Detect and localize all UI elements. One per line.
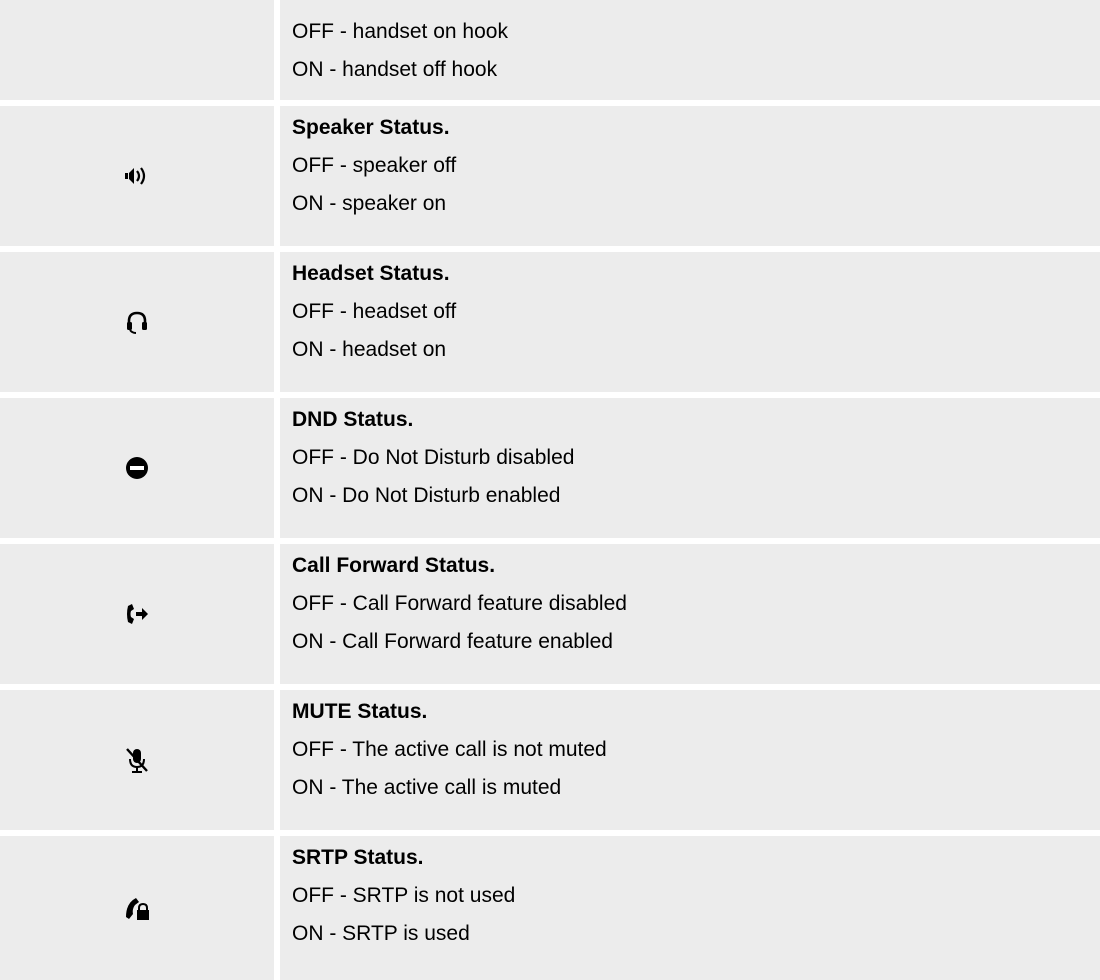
dnd-icon: [126, 457, 148, 479]
status-on-text: ON - Do Not Disturb enabled: [292, 484, 561, 507]
description-cell: MUTE Status. OFF - The active call is no…: [280, 690, 1100, 830]
status-off-text: OFF - Do Not Disturb disabled: [292, 446, 575, 469]
call-forward-icon: [127, 604, 148, 624]
status-heading: Call Forward Status.: [292, 554, 496, 577]
status-off-text: OFF - speaker off: [292, 154, 457, 177]
status-heading: Headset Status.: [292, 262, 450, 285]
description-cell: OFF - handset on hook ON - handset off h…: [280, 0, 1100, 100]
mute-icon: [126, 748, 148, 773]
status-off-text: OFF - Call Forward feature disabled: [292, 592, 627, 615]
status-on-text: ON - headset on: [292, 338, 447, 361]
status-off-text: OFF - headset off: [292, 300, 457, 323]
icon-cell: [0, 836, 274, 980]
table-row-mute: MUTE Status. OFF - The active call is no…: [0, 690, 1100, 830]
status-on-text: ON - Call Forward feature enabled: [292, 630, 613, 653]
description-cell: DND Status. OFF - Do Not Disturb disable…: [280, 398, 1100, 538]
status-on-text: ON - speaker on: [292, 192, 447, 215]
icon-cell: [0, 252, 274, 392]
icon-cell: [0, 0, 274, 100]
status-on-text: ON - The active call is muted: [292, 776, 562, 799]
description-cell: Headset Status. OFF - headset off ON - h…: [280, 252, 1100, 392]
table-row-speaker: Speaker Status. OFF - speaker off ON - s…: [0, 106, 1100, 246]
table-row-dnd: DND Status. OFF - Do Not Disturb disable…: [0, 398, 1100, 538]
table-row-handset: OFF - handset on hook ON - handset off h…: [0, 0, 1100, 100]
description-cell: Call Forward Status. OFF - Call Forward …: [280, 544, 1100, 684]
status-off-text: OFF - The active call is not muted: [292, 738, 607, 761]
description-cell: SRTP Status. OFF - SRTP is not used ON -…: [280, 836, 1100, 980]
table-row-call-forward: Call Forward Status. OFF - Call Forward …: [0, 544, 1100, 684]
headset-icon: [127, 311, 147, 334]
status-heading: DND Status.: [292, 408, 414, 431]
status-heading: SRTP Status.: [292, 846, 424, 869]
icon-cell: [0, 544, 274, 684]
status-on-text: ON - SRTP is used: [292, 922, 470, 945]
icon-cell: [0, 398, 274, 538]
speaker-icon: [125, 167, 146, 185]
status-icon-table: OFF - handset on hook ON - handset off h…: [0, 0, 1100, 980]
status-heading: MUTE Status.: [292, 700, 428, 723]
table-row-srtp: SRTP Status. OFF - SRTP is not used ON -…: [0, 836, 1100, 980]
srtp-lock-icon: [126, 898, 149, 920]
description-cell: Speaker Status. OFF - speaker off ON - s…: [280, 106, 1100, 246]
status-off-text: OFF - handset on hook: [292, 20, 508, 43]
icon-cell: [0, 690, 274, 830]
icon-cell: [0, 106, 274, 246]
table-row-headset: Headset Status. OFF - headset off ON - h…: [0, 252, 1100, 392]
status-off-text: OFF - SRTP is not used: [292, 884, 516, 907]
status-on-text: ON - handset off hook: [292, 58, 498, 81]
status-heading: Speaker Status.: [292, 116, 450, 139]
